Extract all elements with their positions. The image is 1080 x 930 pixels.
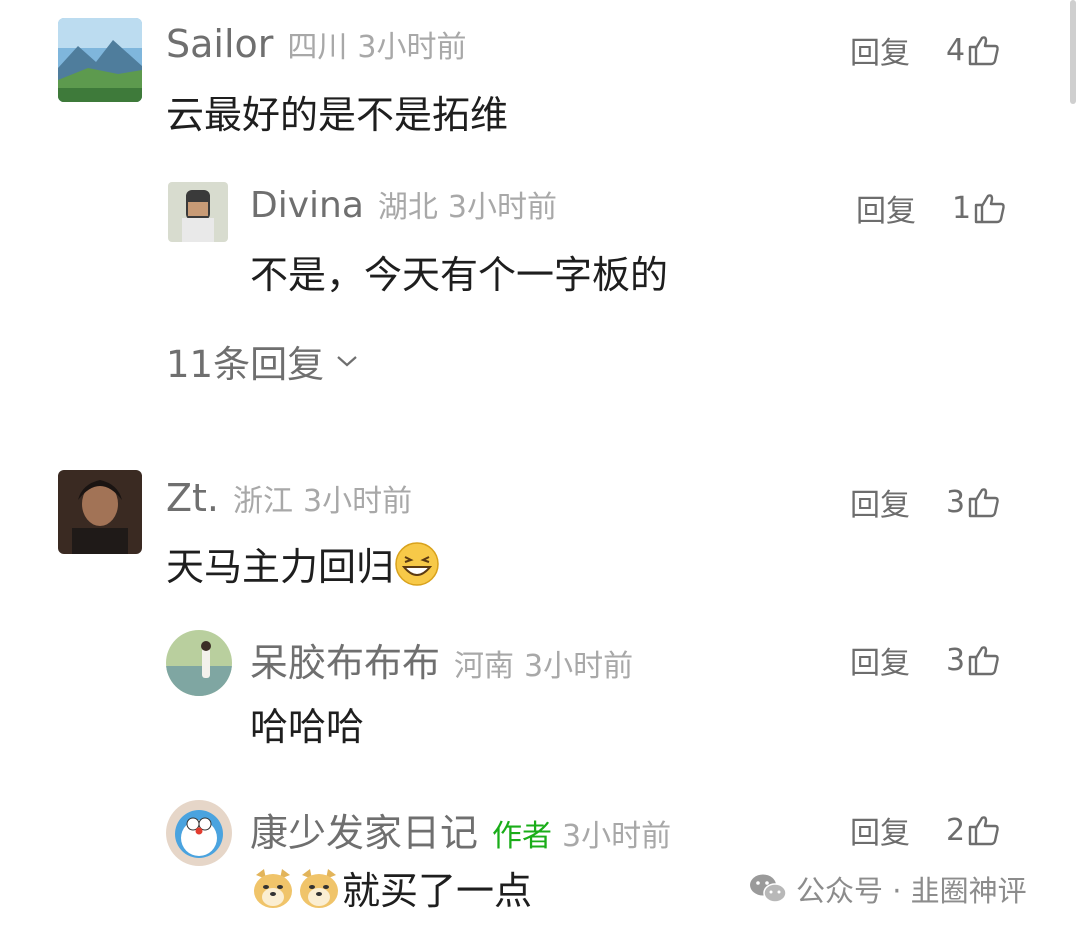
comment-time: 3小时前 <box>562 819 672 854</box>
landscape-avatar-image <box>58 18 142 102</box>
reply-item: 康少发家日记 作者 3小时前 回复 2 就买了一点 <box>166 800 1058 930</box>
person-avatar-image <box>168 182 228 242</box>
watermark: 公众号 · 韭圈神评 <box>748 868 1027 910</box>
thumbs-up-icon[interactable] <box>967 485 1001 519</box>
like-count: 4 <box>946 32 966 68</box>
doraemon-avatar-image <box>166 800 232 866</box>
comment-text: 天马主力回归 <box>166 545 395 589</box>
comment-time: 3小时前 <box>447 190 557 225</box>
reply-button[interactable]: 回复 <box>856 186 916 230</box>
commenter-location: 河南 <box>454 649 515 684</box>
commenter-name[interactable]: Sailor <box>166 22 273 66</box>
comment-text-row: 天马主力回归 <box>166 536 440 591</box>
reply-item: 呆胶布布布 河南 3小时前 回复 3 哈哈哈 <box>166 630 1058 760</box>
reply-text: 哈哈哈 <box>250 705 365 749</box>
chevron-down-icon <box>337 356 357 367</box>
commenter-name[interactable]: Divina <box>250 185 364 226</box>
commenter-location: 四川 <box>287 30 348 65</box>
wechat-icon <box>750 874 787 903</box>
commenter-name[interactable]: 呆胶布布布 <box>250 632 440 687</box>
author-badge: 作者 <box>492 819 553 854</box>
reply-text-row: 就买了一点 <box>250 860 532 915</box>
commenter-name[interactable]: Zt. <box>166 476 219 520</box>
person-avatar-image <box>58 470 142 554</box>
avatar[interactable] <box>166 630 232 696</box>
reply-item: Divina 湖北 3小时前 回复 1 不是，今天有个一字板的 <box>168 182 1058 302</box>
comment-time: 3小时前 <box>524 649 634 684</box>
like-count: 3 <box>946 484 966 520</box>
thumbs-up-icon[interactable] <box>967 33 1001 67</box>
doge-emoji <box>250 865 296 911</box>
commenter-name[interactable]: 康少发家日记 <box>250 802 478 857</box>
avatar[interactable] <box>58 18 142 102</box>
commenter-location: 湖北 <box>377 190 438 225</box>
doge-emoji <box>296 865 342 911</box>
thumbs-up-icon[interactable] <box>967 643 1001 677</box>
reply-button[interactable]: 回复 <box>850 480 910 524</box>
comment-time: 3小时前 <box>303 484 413 519</box>
reply-text: 不是，今天有个一字板的 <box>250 253 669 297</box>
watermark-text: 公众号 · 韭圈神评 <box>796 874 1027 908</box>
scrollbar[interactable] <box>1070 0 1076 104</box>
reply-text: 就买了一点 <box>342 869 533 913</box>
like-count: 1 <box>952 190 972 226</box>
thumbs-up-icon[interactable] <box>967 813 1001 847</box>
more-replies-link[interactable]: 11条回复 <box>166 334 358 388</box>
avatar[interactable] <box>168 182 228 242</box>
like-count: 2 <box>946 812 966 848</box>
comment-item: Sailor 四川 3小时前 回复 4 云最好的是不是拓维 Divina 湖北 … <box>58 18 1058 418</box>
grinning-squint-emoji <box>394 541 440 587</box>
commenter-location: 浙江 <box>233 484 294 519</box>
reply-button[interactable]: 回复 <box>850 28 910 72</box>
reply-button[interactable]: 回复 <box>850 638 910 682</box>
person-avatar-image <box>166 630 232 696</box>
reply-button[interactable]: 回复 <box>850 808 910 852</box>
thumbs-up-icon[interactable] <box>973 191 1007 225</box>
more-replies-label: 11条回复 <box>166 343 325 386</box>
avatar[interactable] <box>58 470 142 554</box>
like-count: 3 <box>946 642 966 678</box>
comment-time: 3小时前 <box>357 30 467 65</box>
avatar[interactable] <box>166 800 232 866</box>
comment-text: 云最好的是不是拓维 <box>166 93 509 137</box>
comment-item: Zt. 浙江 3小时前 回复 3 天马主力回归 呆胶布布布 河南 3小时前 回复… <box>58 470 1058 930</box>
